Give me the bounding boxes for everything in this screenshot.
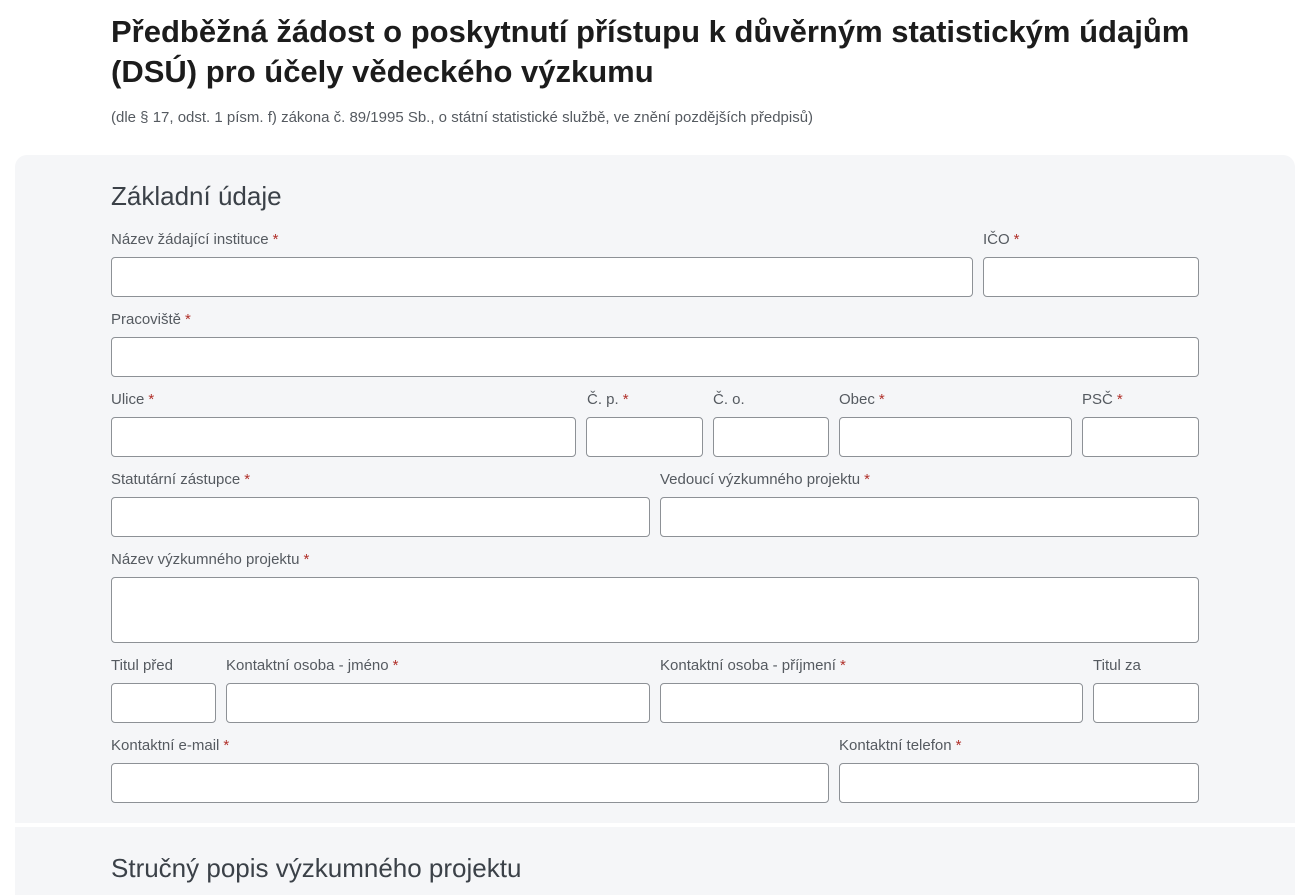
- project-lead-input[interactable]: [660, 497, 1199, 537]
- page-subtitle: (dle § 17, odst. 1 písm. f) zákona č. 89…: [111, 109, 814, 126]
- basic-info-section: Základní údaje Název žádající instituce *…: [15, 155, 1295, 823]
- city-label: Obec *: [839, 391, 885, 408]
- contact-email-label: Kontaktní e-mail *: [111, 737, 230, 754]
- institution-name-input[interactable]: [111, 257, 973, 297]
- section-title-basic-info: Základní údaje: [111, 181, 282, 211]
- orientation-number-input[interactable]: [713, 417, 829, 457]
- street-input[interactable]: [111, 417, 576, 457]
- title-after-input[interactable]: [1093, 683, 1199, 723]
- ico-input[interactable]: [983, 257, 1199, 297]
- contact-phone-label: Kontaktní telefon *: [839, 737, 962, 754]
- required-marker: *: [303, 551, 310, 568]
- required-marker: *: [1013, 231, 1020, 248]
- project-description-section: Stručný popis výzkumného projektu: [15, 827, 1295, 895]
- ico-label: IČO *: [983, 231, 1020, 248]
- required-marker: *: [185, 311, 191, 328]
- required-marker: *: [955, 737, 962, 754]
- institution-name-label: Název žádající instituce *: [111, 231, 279, 248]
- house-number-input[interactable]: [586, 417, 703, 457]
- required-marker: *: [244, 471, 251, 488]
- workplace-input[interactable]: [111, 337, 1199, 377]
- title-before-label: Titul před: [111, 657, 173, 674]
- required-marker: *: [878, 391, 885, 408]
- required-marker: *: [392, 657, 399, 674]
- title-after-label: Titul za: [1093, 657, 1141, 674]
- orientation-number-label: Č. o.: [713, 391, 745, 408]
- required-marker: *: [148, 391, 155, 408]
- contact-first-name-input[interactable]: [226, 683, 650, 723]
- page-title: Předběžná žádost o poskytnutí přístupu k…: [111, 14, 1190, 89]
- page-header: Předběžná žádost o poskytnutí přístupu k…: [111, 12, 1211, 128]
- contact-email-input[interactable]: [111, 763, 829, 803]
- page: Předběžná žádost o poskytnutí přístupu k…: [0, 0, 1303, 895]
- house-number-label: Č. p. *: [587, 391, 629, 408]
- required-marker: *: [864, 471, 870, 488]
- project-lead-label: Vedoucí výzkumného projektu *: [660, 471, 870, 488]
- postal-code-input[interactable]: [1082, 417, 1199, 457]
- postal-code-label: PSČ *: [1082, 391, 1123, 408]
- contact-first-name-label: Kontaktní osoba - jméno *: [226, 657, 399, 674]
- statutory-representative-input[interactable]: [111, 497, 650, 537]
- contact-last-name-input[interactable]: [660, 683, 1083, 723]
- project-name-textarea[interactable]: [111, 577, 1199, 643]
- required-marker: *: [272, 231, 279, 248]
- contact-last-name-label: Kontaktní osoba - příjmení *: [660, 657, 846, 674]
- title-before-input[interactable]: [111, 683, 216, 723]
- required-marker: *: [1116, 391, 1123, 408]
- required-marker: *: [223, 737, 230, 754]
- street-label: Ulice *: [111, 391, 155, 408]
- workplace-label: Pracoviště *: [111, 311, 191, 328]
- required-marker: *: [622, 391, 629, 408]
- section-title-project-description: Stručný popis výzkumného projektu: [111, 853, 522, 883]
- required-marker: *: [839, 657, 846, 674]
- statutory-representative-label: Statutární zástupce *: [111, 471, 251, 488]
- contact-phone-input[interactable]: [839, 763, 1199, 803]
- city-input[interactable]: [839, 417, 1072, 457]
- project-name-label: Název výzkumného projektu *: [111, 551, 310, 568]
